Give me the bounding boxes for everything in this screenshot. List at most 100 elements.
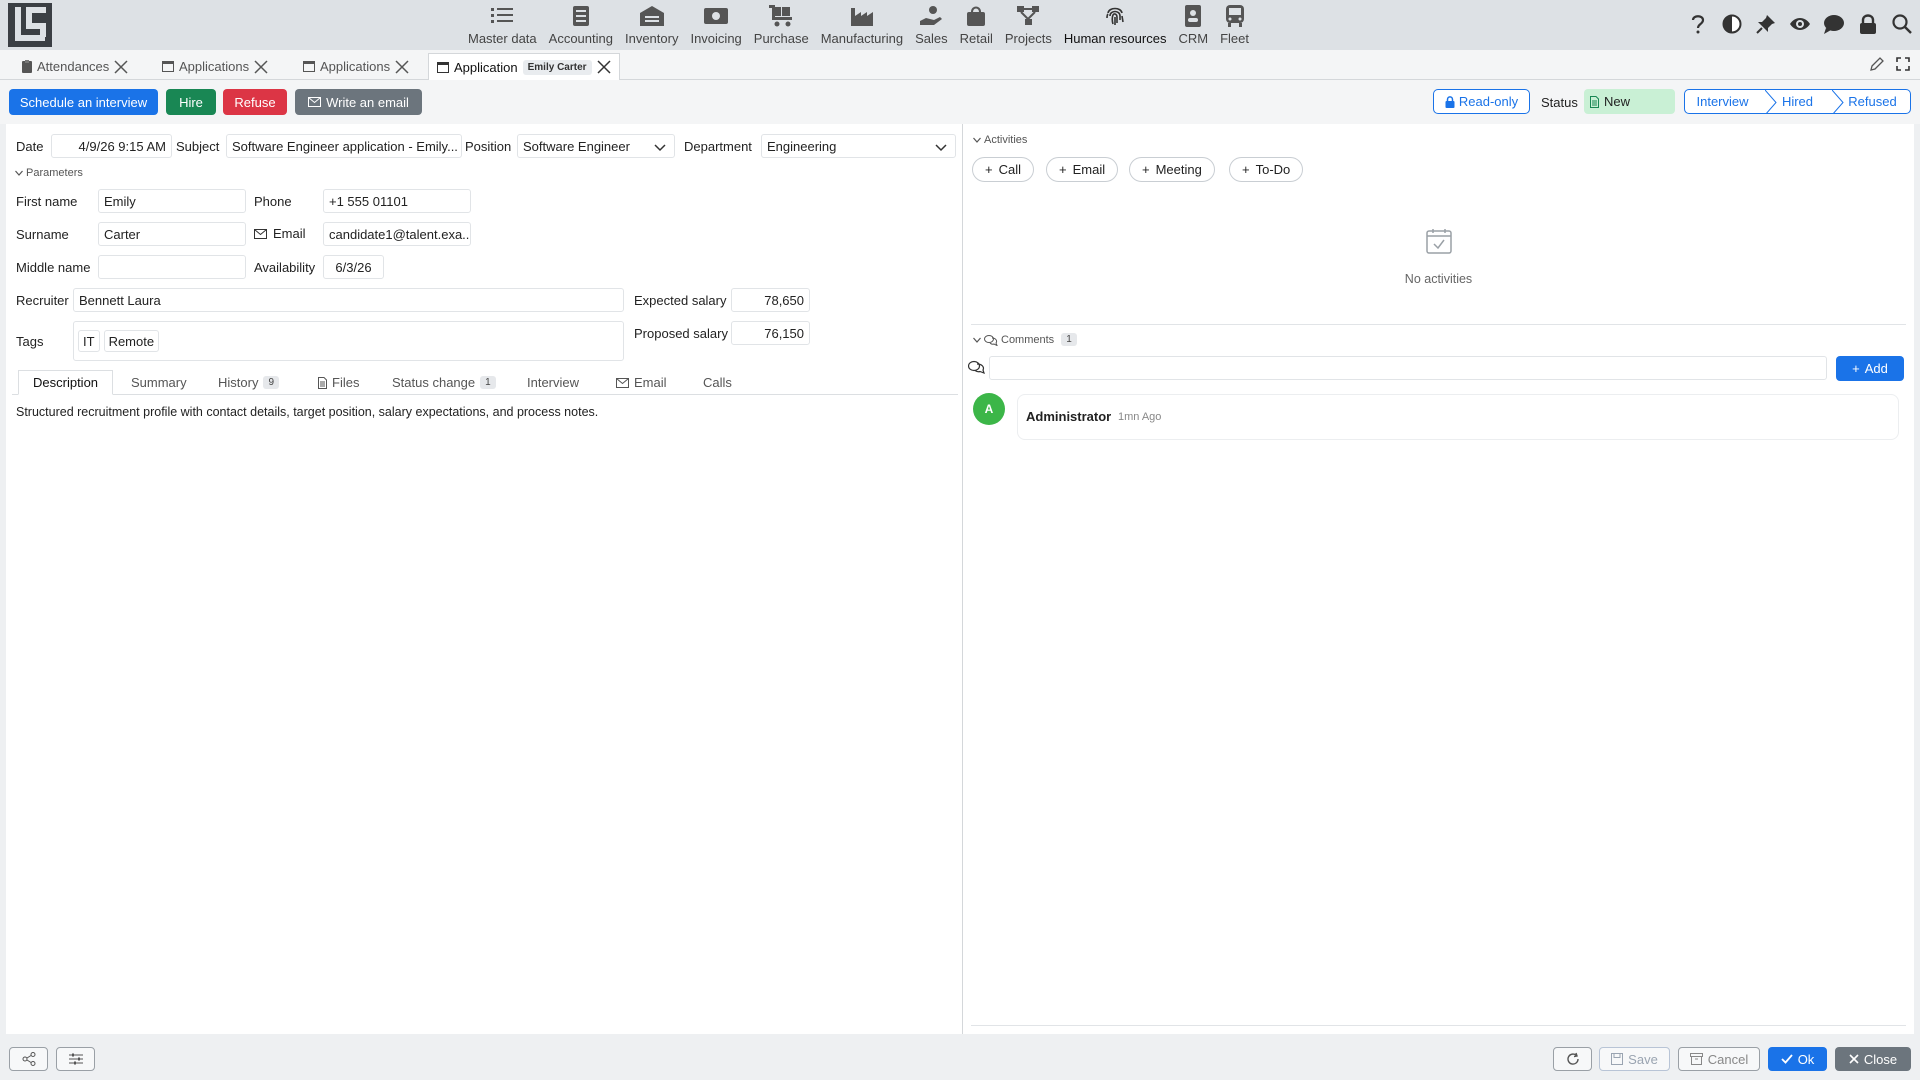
close-button[interactable]: Close <box>1835 1047 1911 1071</box>
proposed-salary-field[interactable]: 76,150 <box>731 321 810 345</box>
date-field[interactable]: 4/9/26 9:15 AM <box>51 134 172 158</box>
contrast-icon[interactable] <box>1720 12 1744 36</box>
tab-status-change[interactable]: Status change 1 <box>378 370 510 395</box>
close-icon[interactable] <box>597 60 611 74</box>
stage-interview[interactable]: Interview <box>1685 90 1760 113</box>
module-invoicing[interactable]: Invoicing <box>684 0 747 50</box>
lock-icon[interactable] <box>1856 12 1880 36</box>
settings-button[interactable] <box>56 1047 95 1071</box>
tab-description[interactable]: Description <box>18 370 114 395</box>
tab-email[interactable]: Email <box>602 370 681 395</box>
module-sales[interactable]: Sales <box>909 0 954 50</box>
first-name-value: Emily <box>104 193 136 209</box>
schedule-interview-button[interactable]: Schedule an interview <box>9 89 158 115</box>
close-icon[interactable] <box>114 59 128 74</box>
chevron-down-icon <box>654 144 666 152</box>
tab-summary[interactable]: Summary <box>117 370 201 395</box>
chat-icon[interactable] <box>1822 12 1846 36</box>
refresh-button[interactable] <box>1553 1047 1592 1071</box>
module-inventory[interactable]: Inventory <box>619 0 684 50</box>
module-menu: Master data Accounting Inventory Invoici… <box>462 0 1255 50</box>
module-fleet[interactable]: Fleet <box>1214 0 1255 50</box>
section-title: Comments <box>1001 333 1055 346</box>
plus-icon: + <box>1242 162 1250 177</box>
add-todo-button[interactable]: + To-Do <box>1229 157 1304 182</box>
envelope-icon[interactable] <box>254 228 267 239</box>
module-label: Accounting <box>548 31 613 46</box>
eye-icon[interactable] <box>1788 12 1812 36</box>
ledger-icon <box>569 4 593 28</box>
module-human-resources[interactable]: Human resources <box>1058 0 1173 50</box>
module-crm[interactable]: CRM <box>1172 0 1214 50</box>
tab-files[interactable]: Files <box>304 370 373 395</box>
parameters-section-toggle[interactable]: Parameters <box>15 167 83 179</box>
search-icon[interactable] <box>1890 12 1914 36</box>
module-manufacturing[interactable]: Manufacturing <box>815 0 909 50</box>
comment-author: Administrator <box>1026 409 1112 424</box>
share-button[interactable] <box>9 1047 48 1071</box>
add-comment-button[interactable]: + Add <box>1836 356 1904 381</box>
help-icon[interactable] <box>1686 12 1710 36</box>
availability-field[interactable]: 6/3/26 <box>323 255 384 279</box>
panel-splitter[interactable] <box>962 124 963 1034</box>
ok-button[interactable]: Ok <box>1768 1047 1827 1071</box>
department-select[interactable]: Engineering <box>761 134 956 158</box>
middle-name-field[interactable] <box>98 255 246 279</box>
add-call-button[interactable]: + Call <box>972 157 1034 182</box>
recruiter-value: Bennett Laura <box>79 292 161 308</box>
comments-section-toggle[interactable]: Comments 1 <box>973 333 1077 346</box>
tab-interview[interactable]: Interview <box>513 370 593 395</box>
shopping-bag-icon <box>964 4 988 28</box>
side-panel: Activities + Call + Email + Meeting + To-Do … <box>963 124 1914 1034</box>
add-email-activity-button[interactable]: + Email <box>1046 157 1119 182</box>
refuse-button[interactable]: Refuse <box>223 89 287 115</box>
surname-label: Surname <box>16 227 69 242</box>
close-icon[interactable] <box>254 59 268 74</box>
recruiter-field[interactable]: Bennett Laura <box>73 288 624 312</box>
email-field[interactable]: candidate1@talent.exa... <box>323 222 471 246</box>
subject-field[interactable]: Software Engineer application - Emily... <box>226 134 462 158</box>
department-label: Department <box>684 139 752 154</box>
module-accounting[interactable]: Accounting <box>543 0 619 50</box>
module-label: Human resources <box>1063 31 1167 46</box>
app-logo[interactable] <box>8 3 52 47</box>
tab-application-active[interactable]: Application Emily Carter <box>428 53 620 80</box>
first-name-field[interactable]: Emily <box>98 189 246 213</box>
comment-input[interactable] <box>989 356 1827 380</box>
tag-chip[interactable]: IT <box>78 330 100 352</box>
pin-icon[interactable] <box>1754 12 1778 36</box>
activities-section-toggle[interactable]: Activities <box>973 134 1027 146</box>
module-purchase[interactable]: Purchase <box>748 0 815 50</box>
surname-field[interactable]: Carter <box>98 222 246 246</box>
close-icon <box>1849 1054 1859 1064</box>
stage-refused[interactable]: Refused <box>1835 90 1910 113</box>
hire-button[interactable]: Hire <box>166 89 216 115</box>
tag-chip[interactable]: Remote <box>103 330 160 352</box>
description-text: Structured recruitment profile with cont… <box>16 405 599 419</box>
write-email-button[interactable]: Write an email <box>295 89 422 115</box>
module-master-data[interactable]: Master data <box>462 0 543 50</box>
add-meeting-button[interactable]: + Meeting <box>1129 157 1215 182</box>
phone-field[interactable]: +1 555 01101 <box>323 189 471 213</box>
read-only-toggle[interactable]: Read-only <box>1433 89 1530 114</box>
contact-card-icon <box>1181 4 1205 28</box>
module-label: Inventory <box>624 31 679 46</box>
pencil-icon[interactable] <box>1870 57 1884 71</box>
tab-applications-2[interactable]: Applications <box>295 53 417 80</box>
close-icon[interactable] <box>395 59 409 74</box>
fullscreen-icon[interactable] <box>1896 57 1910 71</box>
module-retail[interactable]: Retail <box>954 0 999 50</box>
tab-calls[interactable]: Calls <box>689 370 746 395</box>
tags-field[interactable]: IT Remote <box>73 321 624 361</box>
save-button[interactable]: Save <box>1599 1047 1670 1071</box>
tab-attendances[interactable]: Attendances <box>14 53 136 80</box>
expected-salary-field[interactable]: 78,650 <box>731 288 810 312</box>
tab-applications-1[interactable]: Applications <box>154 53 276 80</box>
chevron-down-icon <box>973 137 981 143</box>
cancel-button[interactable]: Cancel <box>1678 1047 1760 1071</box>
section-title: Activities <box>984 134 1028 146</box>
module-projects[interactable]: Projects <box>999 0 1058 50</box>
button-label: Cancel <box>1707 1051 1749 1067</box>
tab-history[interactable]: History 9 <box>204 370 293 395</box>
position-select[interactable]: Software Engineer <box>517 134 675 158</box>
